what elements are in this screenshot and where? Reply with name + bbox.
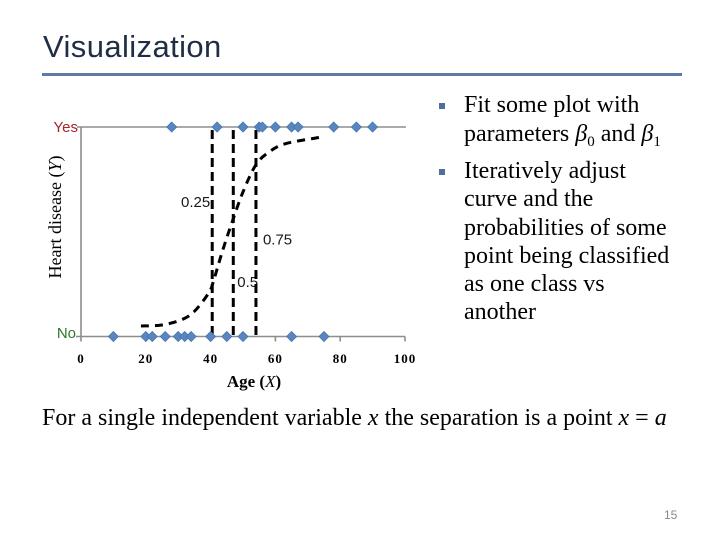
data-point-yes [269, 121, 281, 133]
bullet-line: point being classified [464, 242, 670, 269]
x-tick-label: 100 [394, 351, 417, 366]
variable-x: x [367, 405, 379, 431]
logistic-regression-chart: Yes No 0 20 40 60 80 100 Age (X) Heart diseas… [45, 119, 417, 391]
beta-symbol: β [575, 121, 588, 147]
data-point-no [107, 330, 119, 343]
data-point-yes [328, 121, 340, 133]
data-point-no [185, 330, 197, 343]
statement-text: the separation is a point [378, 405, 619, 431]
bullet-line: curve and the [464, 186, 594, 213]
logistic-curve [140, 135, 320, 328]
x-tick-label: 60 [268, 351, 283, 366]
bullet-line: another [464, 299, 536, 326]
data-point-yes [350, 121, 362, 133]
bullet-line: Iteratively adjust [464, 158, 626, 184]
equals-sign: = [629, 405, 655, 431]
data-point-no [159, 330, 171, 343]
data-point-yes [166, 121, 178, 133]
data-point-no [318, 330, 330, 343]
y-category-label-no: No [57, 325, 76, 342]
threshold-label: 0.25 [181, 194, 210, 211]
data-point-no [237, 330, 249, 343]
data-point-no [286, 330, 298, 343]
x-axis-variable: X [264, 372, 276, 391]
x-tick-label: 20 [138, 351, 153, 366]
data-point-yes [292, 121, 304, 133]
x-axis-ticks: 0 20 40 60 80 100 [77, 336, 417, 366]
and-text: and [594, 121, 642, 147]
page-number: 15 [664, 508, 678, 522]
y-axis-title: Heart disease (Y) [45, 156, 66, 279]
beta-symbol: β [641, 121, 654, 147]
y-axis-title-close: ) [45, 156, 66, 162]
chart-axes [76, 126, 406, 338]
data-point-no [146, 330, 158, 343]
data-point-no [205, 330, 217, 343]
variable-x: x [618, 405, 630, 431]
x-tick-label: 80 [333, 351, 348, 366]
data-point-yes [237, 121, 249, 133]
beta-subscript-1: 1 [653, 134, 661, 150]
bullet-line-parameters: parameters β0 and β1 [464, 120, 661, 150]
y-axis-title-text: Heart disease ( [45, 172, 66, 279]
x-axis-title: Age (X) [227, 372, 281, 391]
square-bullet-icon [439, 169, 445, 175]
x-tick-label: 0 [77, 351, 85, 366]
data-point-yes [367, 121, 379, 133]
y-category-label-yes: Yes [54, 119, 78, 136]
bullet-line: Fit some plot with [464, 92, 640, 118]
x-tick-label: 40 [203, 351, 218, 366]
bullet-item-iterative-adjust: Iteratively adjust curve and the probabi… [439, 157, 670, 327]
separation-statement: For a single independent variable x the … [42, 404, 667, 433]
variable-a: a [654, 405, 667, 431]
bullet-item-fit-plot: Fit some plot with parameters β0 and β1 [439, 91, 661, 150]
x-axis-title-close: ) [275, 372, 281, 391]
beta-subscript-0: 0 [587, 134, 595, 150]
bullet-line: as one class vs [464, 271, 605, 298]
parameters-text: parameters [464, 121, 576, 147]
x-axis-title-text: Age ( [227, 372, 266, 391]
statement-text: For a single independent variable [42, 405, 368, 431]
data-point-no [221, 330, 233, 343]
bullet-line: probabilities of some [464, 214, 667, 241]
square-bullet-icon [439, 103, 445, 109]
threshold-label: 0.75 [263, 231, 292, 248]
